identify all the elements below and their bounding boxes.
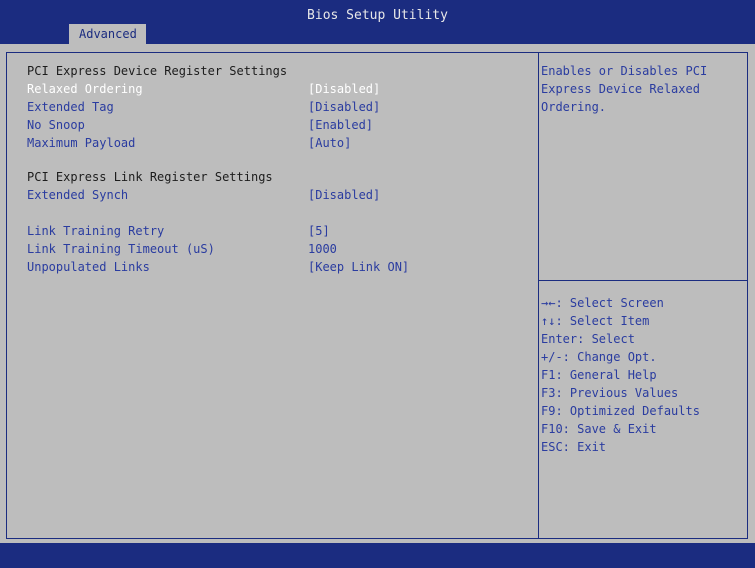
setting-extended-synch[interactable]: Extended Synch: [27, 186, 128, 204]
setting-link-training-retry[interactable]: Link Training Retry: [27, 222, 164, 240]
key-enter-select: Enter: Select: [541, 332, 635, 346]
bottom-bar: [0, 543, 755, 568]
setting-no-snoop-value[interactable]: [Enabled]: [308, 116, 373, 134]
key-esc-exit: ESC: Exit: [541, 440, 607, 454]
setting-unpopulated-links[interactable]: Unpopulated Links: [27, 258, 150, 276]
help-description: Enables or Disables PCI Express Device R…: [541, 62, 741, 116]
key-select-item: ↑↓: Select Item: [541, 314, 650, 328]
setting-unpopulated-links-value[interactable]: [Keep Link ON]: [308, 258, 409, 276]
setting-link-training-retry-value[interactable]: [5]: [308, 222, 330, 240]
section-title-link-register: PCI Express Link Register Settings: [27, 170, 273, 184]
main-panel: PCI Express Device Register Settings Rel…: [0, 44, 755, 543]
setting-extended-synch-value[interactable]: [Disabled]: [308, 186, 380, 204]
key-general-help: F1: General Help: [541, 368, 657, 382]
section-title-device-register: PCI Express Device Register Settings: [27, 64, 288, 78]
key-save-exit: F10: Save & Exit: [541, 422, 657, 436]
key-legend: →←: Select Screen ↑↓: Select Item Enter:…: [541, 294, 746, 456]
setting-relaxed-ordering[interactable]: Relaxed Ordering: [27, 80, 143, 98]
help-line: Express Device Relaxed: [541, 82, 700, 96]
setting-maximum-payload[interactable]: Maximum Payload: [27, 134, 135, 152]
setting-no-snoop[interactable]: No Snoop: [27, 116, 85, 134]
setting-relaxed-ordering-value[interactable]: [Disabled]: [308, 80, 380, 98]
setting-extended-tag[interactable]: Extended Tag: [27, 98, 114, 116]
help-line: Ordering.: [541, 100, 607, 114]
key-previous-values: F3: Previous Values: [541, 386, 679, 400]
help-line: Enables or Disables PCI: [541, 64, 708, 78]
app-title: Bios Setup Utility: [307, 8, 448, 23]
key-change-opt: +/-: Change Opt.: [541, 350, 657, 364]
panel-divider: [538, 52, 539, 539]
setting-maximum-payload-value[interactable]: [Auto]: [308, 134, 351, 152]
setting-extended-tag-value[interactable]: [Disabled]: [308, 98, 380, 116]
title-bar: Bios Setup Utility Advanced: [0, 0, 755, 44]
key-optimized-defaults: F9: Optimized Defaults: [541, 404, 700, 418]
tab-advanced[interactable]: Advanced: [69, 24, 146, 44]
help-separator: [539, 280, 748, 281]
setting-link-training-timeout[interactable]: Link Training Timeout (uS): [27, 240, 215, 258]
key-select-screen: →←: Select Screen: [541, 296, 664, 310]
setting-link-training-timeout-value[interactable]: 1000: [308, 240, 337, 258]
